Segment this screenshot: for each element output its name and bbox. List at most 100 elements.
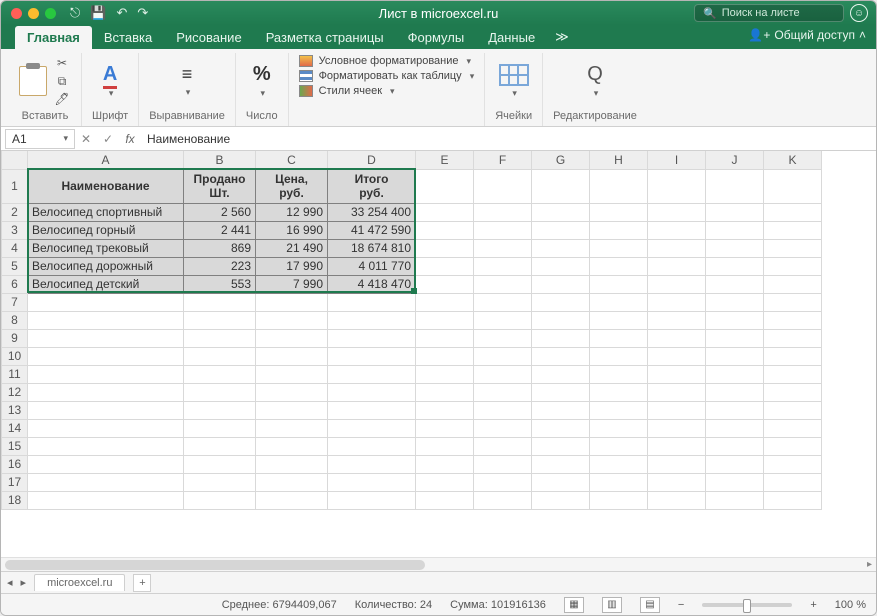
cell-A9[interactable] (28, 329, 184, 347)
cell-A4[interactable]: Велосипед трековый (28, 239, 184, 257)
cell-H7[interactable] (590, 293, 648, 311)
col-header-A[interactable]: A (28, 151, 184, 169)
cell-A5[interactable]: Велосипед дорожный (28, 257, 184, 275)
cell-F13[interactable] (474, 401, 532, 419)
cell-E14[interactable] (416, 419, 474, 437)
cell-J4[interactable] (706, 239, 764, 257)
zoom-icon[interactable] (45, 8, 56, 19)
cell-D17[interactable] (328, 473, 416, 491)
col-header-E[interactable]: E (416, 151, 474, 169)
cell-D5[interactable]: 4 011 770 (328, 257, 416, 275)
zoom-slider[interactable] (702, 603, 792, 607)
cell-J14[interactable] (706, 419, 764, 437)
cell-E9[interactable] (416, 329, 474, 347)
cell-G14[interactable] (532, 419, 590, 437)
fx-icon[interactable]: fx (119, 132, 141, 146)
cell-H3[interactable] (590, 221, 648, 239)
row-header-7[interactable]: 7 (2, 293, 28, 311)
cell-G8[interactable] (532, 311, 590, 329)
cancel-formula-icon[interactable]: ✕ (75, 132, 97, 146)
cell-B7[interactable] (184, 293, 256, 311)
cell-F8[interactable] (474, 311, 532, 329)
cell-K18[interactable] (764, 491, 822, 509)
alignment-button[interactable]: ≡ ▾ (182, 64, 193, 98)
cell-F12[interactable] (474, 383, 532, 401)
cell-J2[interactable] (706, 203, 764, 221)
row-header-11[interactable]: 11 (2, 365, 28, 383)
cell-J6[interactable] (706, 275, 764, 293)
cell-C7[interactable] (256, 293, 328, 311)
cell-C16[interactable] (256, 455, 328, 473)
cell-A17[interactable] (28, 473, 184, 491)
row-header-15[interactable]: 15 (2, 437, 28, 455)
cell-J5[interactable] (706, 257, 764, 275)
number-format-button[interactable]: % ▾ (253, 63, 271, 99)
cell-F7[interactable] (474, 293, 532, 311)
cell-H10[interactable] (590, 347, 648, 365)
cell-K17[interactable] (764, 473, 822, 491)
cell-A10[interactable] (28, 347, 184, 365)
cell-D12[interactable] (328, 383, 416, 401)
feedback-icon[interactable]: ☺ (850, 4, 868, 22)
row-header-4[interactable]: 4 (2, 239, 28, 257)
cell-D11[interactable] (328, 365, 416, 383)
cell-F17[interactable] (474, 473, 532, 491)
cell-J12[interactable] (706, 383, 764, 401)
cell-B12[interactable] (184, 383, 256, 401)
cut-icon[interactable]: ✂ (53, 56, 71, 70)
cell-I18[interactable] (648, 491, 706, 509)
cell-B4[interactable]: 869 (184, 239, 256, 257)
tab-draw[interactable]: Рисование (164, 26, 253, 49)
cell-G11[interactable] (532, 365, 590, 383)
cell-A14[interactable] (28, 419, 184, 437)
cell-H5[interactable] (590, 257, 648, 275)
row-header-5[interactable]: 5 (2, 257, 28, 275)
cell-H6[interactable] (590, 275, 648, 293)
cell-I8[interactable] (648, 311, 706, 329)
name-box[interactable]: A1 ▾ (5, 129, 75, 149)
cell-F16[interactable] (474, 455, 532, 473)
cell-E3[interactable] (416, 221, 474, 239)
view-page-break-icon[interactable]: ▤ (640, 597, 660, 613)
cell-E8[interactable] (416, 311, 474, 329)
cell-I4[interactable] (648, 239, 706, 257)
cell-E18[interactable] (416, 491, 474, 509)
format-painter-icon[interactable]: 🖊 (53, 92, 71, 106)
cell-K13[interactable] (764, 401, 822, 419)
cell-K15[interactable] (764, 437, 822, 455)
cell-F2[interactable] (474, 203, 532, 221)
cell-styles-button[interactable]: Стили ячеек▾ (299, 85, 475, 97)
col-header-K[interactable]: K (764, 151, 822, 169)
cell-K1[interactable] (764, 169, 822, 203)
cell-B9[interactable] (184, 329, 256, 347)
cell-E1[interactable] (416, 169, 474, 203)
add-sheet-button[interactable]: + (133, 574, 151, 592)
search-input[interactable]: 🔍 Поиск на листе (694, 4, 844, 22)
cell-I10[interactable] (648, 347, 706, 365)
tab-insert[interactable]: Вставка (92, 26, 164, 49)
minimize-icon[interactable] (28, 8, 39, 19)
row-header-9[interactable]: 9 (2, 329, 28, 347)
cell-H9[interactable] (590, 329, 648, 347)
col-header-I[interactable]: I (648, 151, 706, 169)
cell-D7[interactable] (328, 293, 416, 311)
cell-C17[interactable] (256, 473, 328, 491)
cell-I11[interactable] (648, 365, 706, 383)
cell-G15[interactable] (532, 437, 590, 455)
tab-formulas[interactable]: Формулы (396, 26, 477, 49)
cell-K11[interactable] (764, 365, 822, 383)
row-header-14[interactable]: 14 (2, 419, 28, 437)
scrollbar-thumb[interactable] (5, 560, 425, 570)
tab-layout[interactable]: Разметка страницы (254, 26, 396, 49)
cell-D13[interactable] (328, 401, 416, 419)
cell-I13[interactable] (648, 401, 706, 419)
cell-A3[interactable]: Велосипед горный (28, 221, 184, 239)
col-header-J[interactable]: J (706, 151, 764, 169)
zoom-level[interactable]: 100 % (835, 599, 866, 611)
cell-C13[interactable] (256, 401, 328, 419)
cell-H17[interactable] (590, 473, 648, 491)
cell-I2[interactable] (648, 203, 706, 221)
zoom-out-button[interactable]: − (678, 599, 684, 611)
cell-G4[interactable] (532, 239, 590, 257)
cell-E11[interactable] (416, 365, 474, 383)
